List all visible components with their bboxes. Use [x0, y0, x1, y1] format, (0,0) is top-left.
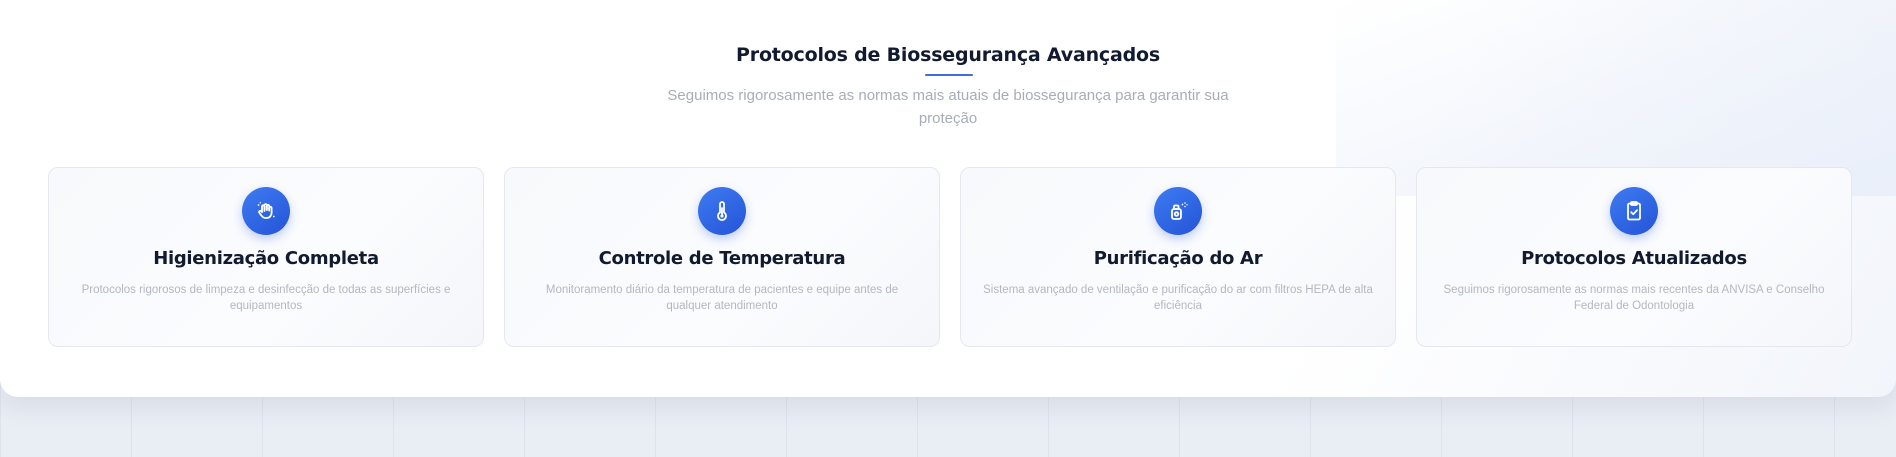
protocol-card-hygiene: Higienização Completa Protocolos rigoros…: [48, 167, 484, 347]
protocol-card-updated: Protocolos Atualizados Seguimos rigorosa…: [1416, 167, 1852, 347]
title-underline: [925, 74, 973, 76]
card-description: Protocolos rigorosos de limpeza e desinf…: [81, 284, 451, 312]
card-title: Protocolos Atualizados: [1521, 248, 1747, 269]
section-subtitle: Seguimos rigorosamente as normas mais at…: [667, 87, 1229, 127]
protocol-card-temperature: Controle de Temperatura Monitoramento di…: [504, 167, 940, 347]
card-title: Controle de Temperatura: [598, 248, 846, 269]
thermometer-icon: [698, 187, 746, 235]
clipboard-check-icon: [1610, 187, 1658, 235]
card-title: Purificação do Ar: [1093, 248, 1263, 269]
section-title: Protocolos de Biossegurança Avançados: [736, 44, 1160, 66]
card-description: Seguimos rigorosamente as normas mais re…: [1443, 284, 1825, 312]
protocol-card-air: Purificação do Ar Sistema avançado de ve…: [960, 167, 1396, 347]
hand-sanitize-icon: [242, 187, 290, 235]
protocol-cards: Higienização Completa Protocolos rigoros…: [48, 167, 1852, 347]
air-purifier-icon: [1154, 187, 1202, 235]
biosafety-section: Protocolos de Biossegurança Avançados Se…: [0, 0, 1896, 397]
card-description: Sistema avançado de ventilação e purific…: [983, 284, 1373, 312]
card-description: Monitoramento diário da temperatura de p…: [545, 284, 899, 312]
card-title: Higienização Completa: [153, 248, 379, 269]
